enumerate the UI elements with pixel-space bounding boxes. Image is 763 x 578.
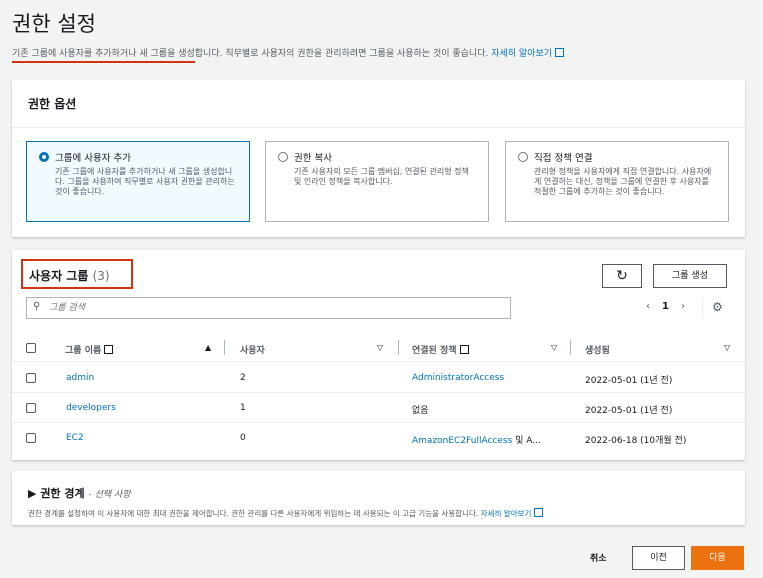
col-created[interactable]: 생성됨	[585, 343, 610, 356]
page-title: 권한 설정	[12, 12, 96, 36]
policy-link[interactable]: AdministratorAccess	[412, 373, 504, 383]
row-checkbox[interactable]	[26, 403, 36, 413]
policy-cell: 없음	[412, 406, 429, 416]
radio-icon[interactable]	[518, 152, 528, 162]
learn-more-link[interactable]: 자세히 알아보기	[491, 48, 565, 59]
refresh-button[interactable]: ↻	[602, 264, 642, 288]
option-title: 직접 정책 연결	[534, 153, 593, 164]
create-group-button[interactable]: 그룹 생성	[653, 264, 727, 288]
desc-rest: 합니다. 직무별로 사용자의 권한을 관리하려면 그룹을 사용하는 것이 좋습니…	[194, 49, 489, 59]
sort-icon[interactable]: ▽	[551, 343, 557, 352]
prev-page-icon[interactable]: ‹	[646, 301, 650, 312]
boundary-title[interactable]: ▶ 권한 경계 - 선택 사항	[28, 485, 729, 501]
group-search-input[interactable]	[49, 300, 489, 316]
group-name-link[interactable]: EC2	[66, 433, 84, 443]
current-page[interactable]: 1	[662, 301, 669, 312]
option-copy-permissions[interactable]: 권한 복사 기존 사용자의 모든 그룹 멤버십, 연결된 관리형 정책 및 인라…	[265, 141, 489, 222]
pager-divider	[702, 298, 703, 318]
radio-selected-icon[interactable]	[39, 152, 49, 162]
option-desc: 관리형 정책을 사용자에게 직접 연결합니다. 사용자에게 연결하는 대신, 정…	[534, 167, 712, 196]
boundary-desc: 권한 경계를 설정하여 이 사용자에 대한 최대 권한을 제어합니다. 권한 관…	[28, 508, 729, 519]
policy-cell: AdministratorAccess	[412, 373, 504, 383]
group-name-link[interactable]: developers	[66, 403, 116, 413]
optional-label: - 선택 사항	[88, 490, 131, 500]
policy-cell: AmazonEC2FullAccess 및 A...	[412, 436, 541, 446]
table-row: admin 2 AdministratorAccess 2022-05-01 (…	[12, 363, 745, 393]
created-date: 2022-05-01 (1년 전)	[585, 376, 673, 386]
radio-icon[interactable]	[278, 152, 288, 162]
cancel-button[interactable]: 취소	[590, 551, 607, 564]
option-attach-policies[interactable]: 직접 정책 연결 관리형 정책을 사용자에게 직접 연결합니다. 사용자에게 연…	[505, 141, 729, 222]
table-row: EC2 0 AmazonEC2FullAccess 및 A... 2022-06…	[12, 423, 745, 453]
table-row: developers 1 없음 2022-05-01 (1년 전)	[12, 393, 745, 423]
col-attached-policies[interactable]: 연결된 정책	[412, 343, 469, 356]
user-count: 1	[240, 403, 246, 413]
option-desc: 기존 그룹에 사용자를 추가하거나 새 그룹을 생성합니다. 그룹을 사용하여 …	[55, 167, 235, 196]
pagination: ‹ 1 ›	[640, 301, 691, 312]
col-group-name[interactable]: 그룹 이름	[65, 343, 114, 356]
previous-button[interactable]: 이전	[632, 546, 685, 570]
column-divider[interactable]	[224, 340, 225, 355]
external-link-icon	[459, 345, 469, 354]
next-page-icon[interactable]: ›	[681, 301, 685, 312]
sort-asc-icon[interactable]: ▲	[205, 343, 211, 352]
user-groups-panel: 사용자 그룹 (3) ↻ 그룹 생성 ⚲ ‹ 1 › ⚙ 그룹 이름 ▲ 사용자 ▽…	[12, 250, 745, 460]
next-button[interactable]: 다음	[691, 546, 744, 570]
sort-icon[interactable]: ▽	[377, 343, 383, 352]
row-checkbox[interactable]	[26, 433, 36, 443]
search-icon: ⚲	[33, 301, 41, 312]
user-groups-title: 사용자 그룹 (3)	[21, 259, 133, 289]
col-users[interactable]: 사용자	[240, 343, 265, 356]
gear-icon[interactable]: ⚙	[712, 300, 723, 314]
select-all-checkbox[interactable]	[26, 343, 36, 353]
user-count: 0	[240, 433, 246, 443]
option-title: 권한 복사	[294, 153, 332, 164]
group-search[interactable]: ⚲	[26, 297, 511, 319]
expand-caret-icon[interactable]: ▶	[28, 487, 36, 500]
column-divider[interactable]	[570, 340, 571, 355]
external-link-icon	[555, 48, 565, 57]
group-name-link[interactable]: admin	[66, 373, 94, 383]
row-checkbox[interactable]	[26, 373, 36, 383]
option-desc: 기존 사용자의 모든 그룹 멤버십, 연결된 관리형 정책 및 인라인 정책을 …	[294, 167, 469, 186]
desc-underlined: 기존 그룹에 사용자를 추가하거나 새 그룹을 생성	[12, 49, 195, 63]
page-description: 기존 그룹에 사용자를 추가하거나 새 그룹을 생성합니다. 직무별로 사용자의…	[12, 46, 565, 63]
external-link-icon	[534, 508, 544, 517]
permissions-boundary-panel[interactable]: ▶ 권한 경계 - 선택 사항 권한 경계를 설정하여 이 사용자에 대한 최대…	[12, 471, 745, 525]
column-divider[interactable]	[398, 340, 399, 355]
boundary-learn-more-link[interactable]: 자세히 알아보기	[481, 508, 544, 518]
option-add-to-group[interactable]: 그룹에 사용자 추가 기존 그룹에 사용자를 추가하거나 새 그룹을 생성합니다…	[26, 141, 250, 222]
external-link-icon	[104, 345, 114, 354]
policy-link[interactable]: AmazonEC2FullAccess	[412, 436, 512, 446]
sort-icon[interactable]: ▽	[724, 343, 730, 352]
option-title: 그룹에 사용자 추가	[55, 153, 131, 164]
permission-options-panel: 권한 옵션 그룹에 사용자 추가 기존 그룹에 사용자를 추가하거나 새 그룹을…	[12, 80, 745, 237]
created-date: 2022-05-01 (1년 전)	[585, 406, 673, 416]
table-header: 그룹 이름 ▲ 사용자 ▽ 연결된 정책 ▽ 생성됨 ▽	[12, 334, 745, 362]
created-date: 2022-06-18 (10개월 전)	[585, 436, 687, 446]
permission-options-title: 권한 옵션	[12, 80, 745, 128]
group-count: (3)	[92, 269, 110, 283]
user-count: 2	[240, 373, 246, 383]
